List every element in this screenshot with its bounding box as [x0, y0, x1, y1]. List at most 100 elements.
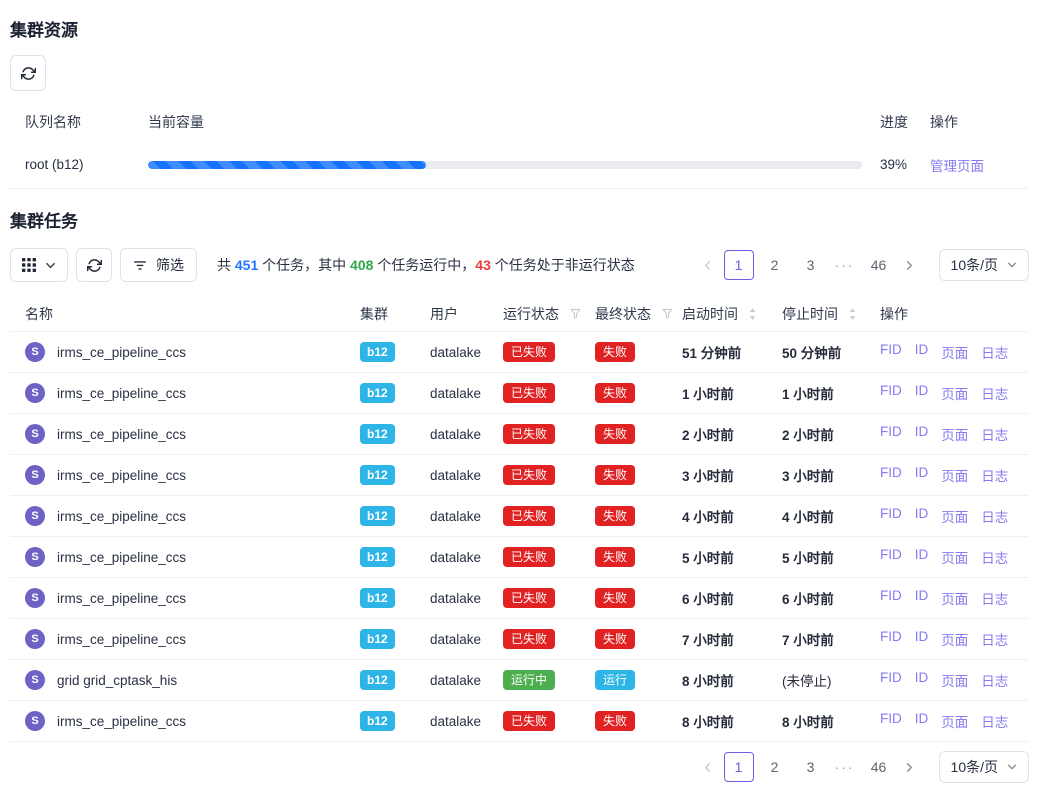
final-status-badge: 失败	[595, 465, 635, 485]
id-link[interactable]: ID	[915, 629, 929, 649]
task-row: S irms_ce_pipeline_ccs b12 datalake 已失败 …	[10, 455, 1029, 496]
page-link[interactable]: 页面	[941, 547, 968, 567]
task-name-cell: S irms_ce_pipeline_ccs	[25, 506, 360, 526]
task-name-cell: S irms_ce_pipeline_ccs	[25, 588, 360, 608]
id-link[interactable]: ID	[915, 383, 929, 403]
chevron-down-icon	[45, 260, 56, 271]
start-time: 8 小时前	[682, 711, 782, 731]
page-link[interactable]: 页面	[941, 629, 968, 649]
pagination-next-icon[interactable]	[897, 752, 923, 782]
log-link[interactable]: 日志	[981, 629, 1008, 649]
final-status-badge: 失败	[595, 588, 635, 608]
fid-link[interactable]: FID	[880, 711, 902, 731]
cluster-badge: b12	[360, 547, 395, 567]
fid-link[interactable]: FID	[880, 465, 902, 485]
fid-link[interactable]: FID	[880, 342, 902, 362]
id-link[interactable]: ID	[915, 588, 929, 608]
page-size-select[interactable]: 10条/页	[939, 249, 1029, 281]
task-avatar: S	[25, 506, 45, 526]
column-settings-button[interactable]	[10, 248, 68, 282]
pagination-page-2[interactable]: 2	[760, 752, 790, 782]
pagination-prev-icon[interactable]	[695, 250, 721, 280]
pagination-page-1[interactable]: 1	[724, 250, 754, 280]
manage-page-link[interactable]: 管理页面	[930, 159, 984, 174]
log-link[interactable]: 日志	[981, 465, 1008, 485]
tasks-title: 集群任务	[10, 207, 1029, 232]
bottom-pagination-bar: 123 ··· 46 10条/页	[10, 751, 1029, 783]
run-status-badge: 已失败	[503, 383, 555, 403]
page-link[interactable]: 页面	[941, 424, 968, 444]
filter-button[interactable]: 筛选	[120, 248, 197, 282]
stop-time: 6 小时前	[782, 588, 880, 608]
stop-time: 50 分钟前	[782, 342, 880, 362]
summary-text: 共	[217, 257, 235, 273]
col-name: 名称	[25, 304, 360, 324]
log-link[interactable]: 日志	[981, 670, 1008, 690]
filter-funnel-icon[interactable]	[661, 307, 674, 320]
task-actions: FID ID 页面 日志	[880, 383, 1029, 403]
id-link[interactable]: ID	[915, 711, 929, 731]
log-link[interactable]: 日志	[981, 383, 1008, 403]
sort-icon[interactable]	[848, 307, 857, 321]
page-link[interactable]: 页面	[941, 711, 968, 731]
fid-link[interactable]: FID	[880, 424, 902, 444]
fid-link[interactable]: FID	[880, 629, 902, 649]
filter-funnel-icon[interactable]	[569, 307, 582, 320]
pagination-page-46[interactable]: 46	[864, 752, 894, 782]
sort-icon[interactable]	[748, 307, 757, 321]
id-link[interactable]: ID	[915, 506, 929, 526]
task-name: irms_ce_pipeline_ccs	[57, 427, 186, 442]
log-link[interactable]: 日志	[981, 588, 1008, 608]
fid-link[interactable]: FID	[880, 588, 902, 608]
col-final-status: 最终状态	[595, 304, 682, 324]
fid-link[interactable]: FID	[880, 506, 902, 526]
log-link[interactable]: 日志	[981, 547, 1008, 567]
page-link[interactable]: 页面	[941, 465, 968, 485]
col-queue-name: 队列名称	[25, 112, 148, 132]
pagination-ellipsis[interactable]: ···	[832, 257, 858, 273]
page-size-select[interactable]: 10条/页	[939, 751, 1029, 783]
id-link[interactable]: ID	[915, 424, 929, 444]
log-link[interactable]: 日志	[981, 424, 1008, 444]
task-user: datalake	[430, 714, 503, 729]
page-link[interactable]: 页面	[941, 383, 968, 403]
pagination-prev-icon[interactable]	[695, 752, 721, 782]
page-link[interactable]: 页面	[941, 588, 968, 608]
id-link[interactable]: ID	[915, 465, 929, 485]
task-name: grid grid_cptask_his	[57, 673, 177, 688]
pagination-page-3[interactable]: 3	[796, 752, 826, 782]
filter-button-label: 筛选	[156, 255, 184, 275]
task-row: S irms_ce_pipeline_ccs b12 datalake 已失败 …	[10, 701, 1029, 742]
filter-icon	[133, 258, 147, 272]
pagination-next-icon[interactable]	[897, 250, 923, 280]
tasks-table-header: 名称 集群 用户 运行状态 最终状态 启动时间	[10, 296, 1029, 332]
pagination-page-3[interactable]: 3	[796, 250, 826, 280]
pagination-page-1[interactable]: 1	[724, 752, 754, 782]
run-status-badge: 已失败	[503, 342, 555, 362]
page-link[interactable]: 页面	[941, 506, 968, 526]
final-status-badge: 失败	[595, 383, 635, 403]
pagination-page-46[interactable]: 46	[864, 250, 894, 280]
id-link[interactable]: ID	[915, 342, 929, 362]
log-link[interactable]: 日志	[981, 711, 1008, 731]
id-link[interactable]: ID	[915, 547, 929, 567]
tasks-refresh-button[interactable]	[76, 248, 112, 282]
fid-link[interactable]: FID	[880, 670, 902, 690]
log-link[interactable]: 日志	[981, 342, 1008, 362]
task-avatar: S	[25, 670, 45, 690]
pagination-page-2[interactable]: 2	[760, 250, 790, 280]
chevron-down-icon	[1007, 260, 1017, 270]
log-link[interactable]: 日志	[981, 506, 1008, 526]
fid-link[interactable]: FID	[880, 547, 902, 567]
run-status-badge: 已失败	[503, 506, 555, 526]
stop-time: 5 小时前	[782, 547, 880, 567]
progress-value: 39%	[862, 157, 930, 172]
cluster-badge: b12	[360, 670, 395, 690]
stop-time: 4 小时前	[782, 506, 880, 526]
page-link[interactable]: 页面	[941, 342, 968, 362]
fid-link[interactable]: FID	[880, 383, 902, 403]
page-link[interactable]: 页面	[941, 670, 968, 690]
pagination-ellipsis[interactable]: ···	[832, 759, 858, 775]
id-link[interactable]: ID	[915, 670, 929, 690]
resources-refresh-button[interactable]	[10, 55, 46, 91]
